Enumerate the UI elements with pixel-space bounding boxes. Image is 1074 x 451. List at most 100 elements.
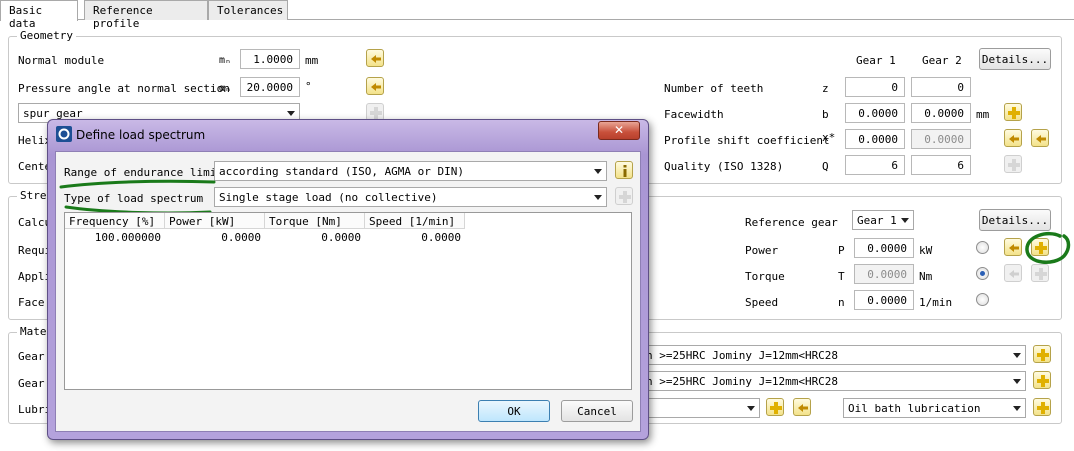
quality-gear1-field[interactable]: 6 [845,155,905,175]
speed-field[interactable]: 0.0000 [854,290,914,310]
green-underline-annotation-1 [59,179,216,189]
calc-arrows-icon [371,83,381,91]
torque-field[interactable]: 0.0000 [854,264,914,284]
col-frequency-header[interactable]: Frequency [%] [65,213,165,229]
gear2-material-plus-button[interactable] [1033,371,1051,389]
profile-shift-calc-button-1[interactable] [1004,129,1022,147]
gear2-header: Gear 2 [922,54,962,67]
plus-icon [770,402,782,414]
quality-gear2-field[interactable]: 6 [911,155,971,175]
gear1-material-select[interactable]: h >=25HRC Jominy J=12mm<HRC28 [620,345,1026,365]
gear1-material-plus-button[interactable] [1033,345,1051,363]
normal-module-calc-button[interactable] [366,49,384,67]
cell-torque[interactable]: 0.0000 [265,231,361,246]
reference-gear-label: Reference gear [745,216,838,229]
cell-speed[interactable]: 0.0000 [365,231,461,246]
calc-arrows-icon [371,55,381,63]
green-circle-annotation [1025,231,1071,264]
close-icon: ✕ [613,123,625,137]
material-label-1: Gear [18,377,45,390]
speed-radio[interactable] [976,293,989,306]
calc-arrows-icon [1009,135,1019,143]
pressure-angle-calc-button[interactable] [366,77,384,95]
power-radio[interactable] [976,241,989,254]
range-value: according standard (ISO, AGMA or DIN) [219,165,465,178]
type-plus-button[interactable] [615,187,633,205]
load-spectrum-table[interactable]: Frequency [%] Power [kW] Torque [Nm] Spe… [64,212,632,390]
col-speed-header[interactable]: Speed [1/min] [365,213,465,229]
chevron-down-icon [594,195,602,200]
normal-module-field[interactable]: 1.0000 [240,49,300,69]
lubrication-type-plus-button[interactable] [1033,398,1051,416]
tab-basic-data[interactable]: Basic data [0,0,78,30]
col-torque-header[interactable]: Torque [Nm] [265,213,365,229]
type-value: Single stage load (no collective) [219,191,438,204]
profile-shift-calc-button-2[interactable] [1031,129,1049,147]
tab-tolerances[interactable]: Tolerances [208,0,288,20]
col-power-header[interactable]: Power [kW] [165,213,265,229]
torque-unit: Nm [919,270,933,283]
cell-frequency[interactable]: 100.000000 [65,231,161,246]
lubrication-type-select[interactable]: Oil bath lubrication [843,398,1026,418]
plus-icon [1037,375,1049,387]
tab-reference-profile[interactable]: Reference profile [84,0,208,30]
facewidth-unit: mm [976,108,990,121]
strength-label-3: Face [18,296,45,309]
reference-gear-select[interactable]: Gear 1 [852,210,914,230]
profile-shift-gear1-field[interactable]: 0.0000 [845,129,905,149]
chevron-down-icon [1013,379,1021,384]
lubricant-calc-button[interactable] [793,398,811,416]
plus-icon [1008,159,1020,171]
dialog-title: Define load spectrum [76,128,206,142]
torque-radio[interactable] [976,267,989,280]
range-select[interactable]: according standard (ISO, AGMA or DIN) [214,161,607,181]
type-select[interactable]: Single stage load (no collective) [214,187,607,207]
chevron-down-icon [901,218,909,223]
chevron-down-icon [287,111,295,116]
geometry-details-button[interactable]: Details... [979,48,1051,70]
plus-icon [1008,107,1020,119]
gear1-header: Gear 1 [856,54,896,67]
facewidth-gear1-field[interactable]: 0.0000 [845,103,905,123]
pressure-angle-field[interactable]: 20.0000 [240,77,300,97]
lubricant-plus-button[interactable] [766,398,784,416]
chevron-down-icon [747,406,755,411]
torque-label: Torque [745,270,785,283]
material-label-0: Gear [18,350,45,363]
chevron-down-icon [1013,353,1021,358]
dialog-close-button[interactable]: ✕ [598,121,640,140]
cell-power[interactable]: 0.0000 [165,231,261,246]
quality-plus-button[interactable] [1004,155,1022,173]
plus-icon [1037,402,1049,414]
ok-button[interactable]: OK [478,400,550,422]
facewidth-gear2-field[interactable]: 0.0000 [911,103,971,123]
speed-symbol: n [838,296,845,309]
power-label: Power [745,244,779,257]
teeth-gear2-field[interactable]: 0 [911,77,971,97]
quality-symbol: Q [822,160,829,173]
calc-arrows-icon [1036,135,1046,143]
facewidth-plus-button[interactable] [1004,103,1022,121]
teeth-symbol: z [822,82,829,95]
gear1-material-value: h >=25HRC Jominy J=12mm<HRC28 [646,349,839,362]
power-unit: kW [919,244,933,257]
range-info-button[interactable] [615,161,633,179]
power-field[interactable]: 0.0000 [854,238,914,258]
quality-label: Quality (ISO 1328) [664,160,784,173]
strength-details-button[interactable]: Details... [979,209,1051,231]
gear2-material-select[interactable]: h >=25HRC Jominy J=12mm<HRC28 [620,371,1026,391]
gear2-material-value: h >=25HRC Jominy J=12mm<HRC28 [646,375,839,388]
teeth-label: Number of teeth [664,82,764,95]
lubrication-type-value: Oil bath lubrication [848,402,981,415]
profile-shift-symbol: x* [822,131,836,144]
normal-module-unit: mm [305,54,319,67]
app-logo-icon [56,126,72,142]
cancel-button[interactable]: Cancel [561,400,633,422]
pressure-angle-symbol: αₙ [219,83,232,94]
power-symbol: P [838,244,845,257]
profile-shift-gear2-field[interactable]: 0.0000 [911,129,971,149]
teeth-gear1-field[interactable]: 0 [845,77,905,97]
chevron-down-icon [1013,406,1021,411]
facewidth-label: Facewidth [664,108,724,121]
speed-unit: 1/min [919,296,953,309]
